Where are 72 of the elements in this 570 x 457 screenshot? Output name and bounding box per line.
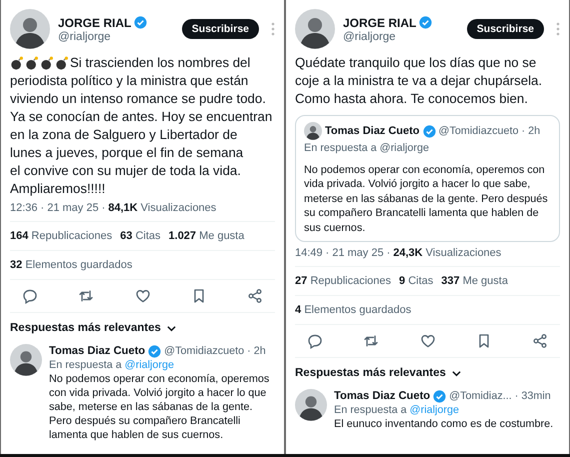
tweet-text-line: Si trascienden los nombres del: [70, 54, 250, 72]
tweet-text-line: Como hasta ahora. Te conocemos bien.: [295, 90, 528, 108]
avatar[interactable]: [295, 389, 327, 421]
tweet-text-line: Ya se conocían de antes. Hoy se encuentran: [10, 108, 272, 126]
stat-link[interactable]: 164 Republicaciones: [10, 230, 112, 242]
reply-text: El eunuco inventando como es de costumbre.: [334, 417, 554, 431]
user-handle: @Tomidiaz...: [449, 389, 512, 403]
post-meta: 12:36: [10, 202, 38, 214]
tweet-text-line: viviendo un intenso romance se pudre todo.: [10, 90, 266, 108]
tweet-text-line: el convive con su mujer de toda la vida.: [10, 162, 241, 180]
repost-icon[interactable]: [78, 288, 94, 304]
post-meta: ·: [40, 202, 44, 214]
reply-text: No podemos operar con economía, operemos con vida privada. Volvió jorgito a hacer lo que sabe, meterse en las sábanas de la gente. Pero después su compañero Brancatelli lamenta que hablen de sus cuernos.: [49, 372, 270, 442]
stat-link[interactable]: 27 Republicaciones: [295, 275, 392, 287]
bookmark-count[interactable]: 32 Elementos guardados: [10, 259, 132, 271]
author-handle[interactable]: @rialjorge: [343, 30, 459, 42]
tweet-text-line: periodista político y la ministra que están: [10, 72, 248, 90]
avatar[interactable]: [10, 344, 42, 376]
tweet-text-line: lunes a jueves, porque el fin de semana: [10, 144, 244, 162]
replies-sort[interactable]: Respuestas más relevantes: [295, 367, 446, 379]
author-name[interactable]: JORGE RIAL: [58, 16, 132, 30]
avatar[interactable]: [295, 9, 335, 49]
share-icon[interactable]: [247, 288, 263, 304]
quoted-tweet[interactable]: [295, 115, 560, 242]
post-meta: ·: [386, 247, 390, 259]
chevron-icon[interactable]: [452, 370, 461, 376]
repost-icon[interactable]: [363, 333, 380, 349]
user-handle: @Tomidiazcueto: [438, 124, 519, 138]
author-name[interactable]: JORGE RIAL: [343, 16, 416, 30]
reply-context: En respuesta a: [49, 359, 122, 371]
tweet-text-line: Quédate tranquilo que los días que no se: [295, 54, 536, 72]
tweet-text-line: Ampliaremos!!!!!: [10, 180, 106, 198]
user-name[interactable]: Tomas Diaz Cueto: [49, 344, 146, 358]
post-meta: 21 may 25: [332, 247, 384, 259]
post-time: · 2h: [522, 124, 540, 138]
stat-link[interactable]: 337 Me gusta: [441, 275, 508, 287]
user-name[interactable]: Tomas Diaz Cueto: [325, 124, 420, 138]
stat-link[interactable]: 63 Citas: [120, 230, 161, 242]
tweet-text-line: coje a la ministra te va a dejar chupársela.: [295, 72, 542, 90]
bomb-icon: [55, 56, 69, 70]
avatar[interactable]: [10, 9, 50, 49]
heart-icon[interactable]: [420, 333, 436, 349]
tweet-text-line: en la zona de Salguero y Libertador de: [10, 126, 238, 144]
replies-sort[interactable]: Respuestas más relevantes: [10, 322, 161, 334]
stat-link[interactable]: 1.027 Me gusta: [168, 230, 244, 242]
subscribe-button[interactable]: Suscribirse: [466, 19, 544, 39]
avatar[interactable]: [304, 122, 322, 140]
post-meta: 14:49: [295, 247, 323, 259]
reply-context: En respuesta a: [334, 404, 407, 416]
post-time: · 33min: [514, 389, 551, 403]
user-name[interactable]: Tomas Diaz Cueto: [334, 389, 430, 403]
post-time: · 2h: [247, 344, 266, 358]
author-handle[interactable]: @rialjorge: [58, 30, 174, 42]
bomb-icon: [25, 56, 39, 70]
reply-context: En respuesta a @rialjorge: [304, 141, 430, 156]
quoted-text: No podemos operar con economía, operemos con vida privada. Volvió jorgito a hacer lo que sabe, meterse en las sábanas de la gente. Pero después su compañero Brancatelli lamenta que hablen de sus cuernos.: [304, 162, 549, 235]
bomb-icon: [40, 56, 54, 70]
stat-link[interactable]: 9 Citas: [399, 275, 434, 287]
heart-icon[interactable]: [134, 288, 150, 304]
post-meta: ·: [326, 247, 330, 259]
post-meta: 21 may 25: [47, 202, 99, 214]
bookmark-count[interactable]: 4 Elementos guardados: [295, 304, 412, 316]
post-meta: ·: [102, 202, 106, 214]
view-count: 24,3K Visualizaciones: [393, 247, 502, 259]
reply-icon[interactable]: [307, 333, 323, 349]
reply-icon[interactable]: [22, 288, 38, 304]
view-count: 84,1K Visualizaciones: [108, 202, 216, 214]
chevron-icon[interactable]: [166, 324, 176, 332]
bomb-icon: [10, 56, 24, 70]
subscribe-button[interactable]: Suscribirse: [182, 19, 259, 39]
share-icon[interactable]: [532, 333, 548, 349]
user-handle: @Tomidiazcueto: [164, 344, 244, 358]
